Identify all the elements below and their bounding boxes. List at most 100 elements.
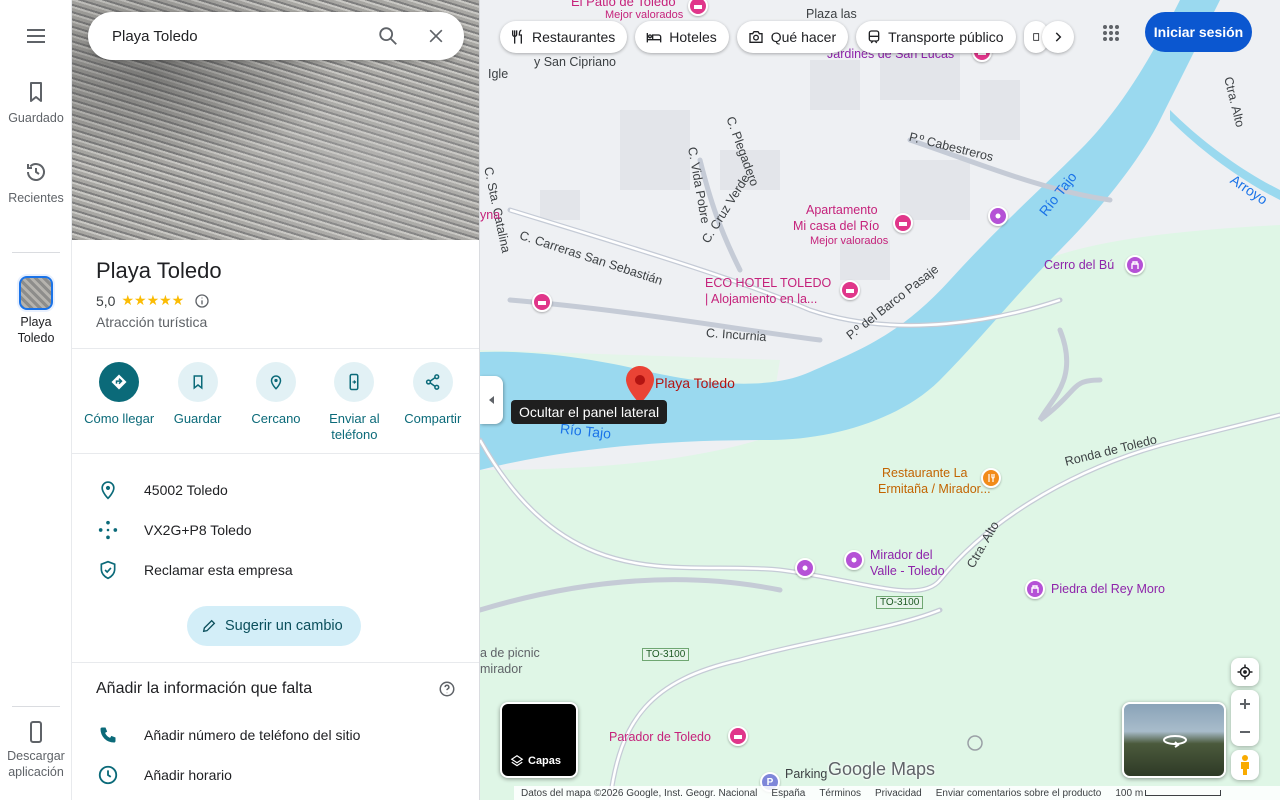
missing-info-heading: Añadir la información que falta <box>96 680 313 697</box>
map-label-eco-hotel-2[interactable]: | Alojamiento en la... <box>705 292 817 306</box>
collapse-panel-button[interactable] <box>480 376 503 424</box>
chip-overflow-icon <box>1032 33 1039 41</box>
footer-country[interactable]: España <box>771 788 805 799</box>
zoom-out-button[interactable] <box>1231 718 1259 746</box>
street-view-preview[interactable] <box>1122 702 1226 778</box>
address-row[interactable]: 45002 Toledo <box>72 470 479 510</box>
photo-spot-marker[interactable] <box>795 558 815 578</box>
history-icon <box>27 163 45 181</box>
directions-button[interactable]: Cómo llegar <box>82 362 156 443</box>
footer-attribution[interactable]: Datos del mapa ©2026 Google, Inst. Geogr… <box>521 788 757 799</box>
hotel-marker[interactable] <box>728 726 748 746</box>
map-label-apartamento[interactable]: Apartamento <box>806 203 878 217</box>
chip-restaurants[interactable]: Restaurantes <box>500 21 628 53</box>
send-to-phone-label: Enviar al teléfono <box>329 411 380 442</box>
footer-feedback[interactable]: Enviar comentarios sobre el producto <box>936 788 1102 799</box>
info-icon[interactable] <box>194 293 210 309</box>
send-circle <box>334 362 375 402</box>
collapse-tooltip: Ocultar el panel lateral <box>511 400 668 424</box>
hotel-marker[interactable] <box>893 213 913 233</box>
directions-label: Cómo llegar <box>84 411 155 426</box>
map-label-parking[interactable]: Parking <box>785 767 827 781</box>
zoom-in-button[interactable] <box>1231 690 1259 718</box>
pin-label[interactable]: Playa Toledo <box>655 375 735 391</box>
map-label-picnic[interactable]: a de picnic <box>480 646 540 660</box>
clear-search-button[interactable] <box>412 12 460 60</box>
place-category[interactable]: Atracción turística <box>96 314 207 330</box>
bookmark-icon <box>30 82 42 102</box>
chip-hotels[interactable]: Hoteles <box>635 21 729 53</box>
plus-code-row[interactable]: VX2G+P8 Toledo <box>72 510 479 550</box>
restaurant-marker[interactable] <box>981 468 1001 488</box>
attraction-marker[interactable] <box>1125 255 1145 275</box>
footer-privacy[interactable]: Privacidad <box>875 788 922 799</box>
claim-business-row[interactable]: Reclamar esta empresa <box>72 550 479 590</box>
search-input[interactable] <box>112 27 364 45</box>
send-to-phone-button[interactable]: Enviar al teléfono <box>317 362 391 443</box>
layers-label: Capas <box>528 755 562 767</box>
current-place-button[interactable]: Playa Toledo <box>0 276 72 346</box>
download-label: Descargar aplicación <box>7 749 65 779</box>
add-phone-row[interactable]: Añadir número de teléfono del sitio <box>72 715 479 755</box>
recent-button[interactable]: Recientes <box>0 160 72 206</box>
share-button[interactable]: Compartir <box>396 362 470 443</box>
train-icon <box>868 30 880 44</box>
photo-spot-marker[interactable] <box>844 550 864 570</box>
place-thumbnail <box>19 276 53 310</box>
download-app-button[interactable]: Descargar aplicación <box>0 720 72 780</box>
map-label-picnic-2[interactable]: mirador <box>480 662 522 676</box>
footer-scale-label[interactable]: 100 m <box>1115 788 1143 799</box>
map-label-piedra[interactable]: Piedra del Rey Moro <box>1051 582 1165 596</box>
sign-in-button[interactable]: Iniciar sesión <box>1145 12 1252 52</box>
place-title: Playa Toledo <box>96 258 222 283</box>
add-hours-row[interactable]: Añadir horario <box>72 755 479 795</box>
map-label-patio-sub: Mejor valorados <box>605 9 684 21</box>
footer-terms[interactable]: Términos <box>819 788 861 799</box>
layers-button[interactable]: Capas <box>500 702 578 778</box>
share-label: Compartir <box>404 411 462 426</box>
caret-left-icon <box>488 396 494 404</box>
pencil-icon <box>202 619 216 633</box>
rating-stars: ★★★★★ <box>121 292 185 308</box>
apps-button[interactable] <box>1095 17 1127 49</box>
map-label-mirador-2[interactable]: Valle - Toledo <box>870 564 945 578</box>
chips-next-button[interactable] <box>1042 21 1074 53</box>
photo-spot-marker[interactable] <box>988 206 1008 226</box>
map-label-mirador[interactable]: Mirador del <box>870 548 933 562</box>
recent-label: Recientes <box>8 191 64 205</box>
left-rail: Guardado Recientes Playa Toledo Descarga… <box>0 0 72 800</box>
restaurant-icon <box>512 29 522 44</box>
chevron-right-icon <box>1055 32 1062 42</box>
help-icon[interactable] <box>438 680 456 698</box>
suggest-edit-button[interactable]: Sugerir un cambio <box>187 606 361 646</box>
save-button[interactable]: Guardar <box>161 362 235 443</box>
chip-things-to-do[interactable]: Qué hacer <box>736 21 849 53</box>
map-label-cipriano: y San Cipriano <box>534 55 616 69</box>
route-shield-to3100: TO-3100 <box>876 596 924 609</box>
menu-button[interactable] <box>0 24 72 48</box>
rail-divider-bottom <box>12 706 60 707</box>
google-maps-logo: Google Maps <box>828 759 936 779</box>
claim-business-text: Reclamar esta empresa <box>144 562 293 578</box>
hotel-marker[interactable] <box>532 292 552 312</box>
hotel-marker[interactable] <box>840 280 860 300</box>
my-location-button[interactable] <box>1231 658 1259 686</box>
map-label-cerro[interactable]: Cerro del Bú <box>1044 258 1114 272</box>
add-hours-text: Añadir horario <box>144 767 232 783</box>
map-label-eco-hotel[interactable]: ECO HOTEL TOLEDO <box>705 276 831 290</box>
search-button[interactable] <box>364 12 412 60</box>
plus-code-icon <box>98 520 118 540</box>
clock-icon <box>98 765 118 785</box>
saved-button[interactable]: Guardado <box>0 80 72 126</box>
nearby-button[interactable]: Cercano <box>239 362 313 443</box>
attraction-marker[interactable] <box>1025 579 1045 599</box>
map-label-restaurante-2[interactable]: Ermitaña / Mirador... <box>878 482 991 496</box>
map-label-apartamento-2[interactable]: Mi casa del Río <box>793 219 879 233</box>
divider <box>72 453 479 454</box>
map-label-restaurante[interactable]: Restaurante La <box>882 466 967 480</box>
chip-transit[interactable]: Transporte público <box>856 21 1016 53</box>
map-label-patio[interactable]: El Patio de Toledo <box>571 0 676 9</box>
place-pin-marker[interactable] <box>626 366 654 404</box>
pegman-button[interactable] <box>1231 750 1259 780</box>
map-label-parador[interactable]: Parador de Toledo <box>609 730 711 744</box>
